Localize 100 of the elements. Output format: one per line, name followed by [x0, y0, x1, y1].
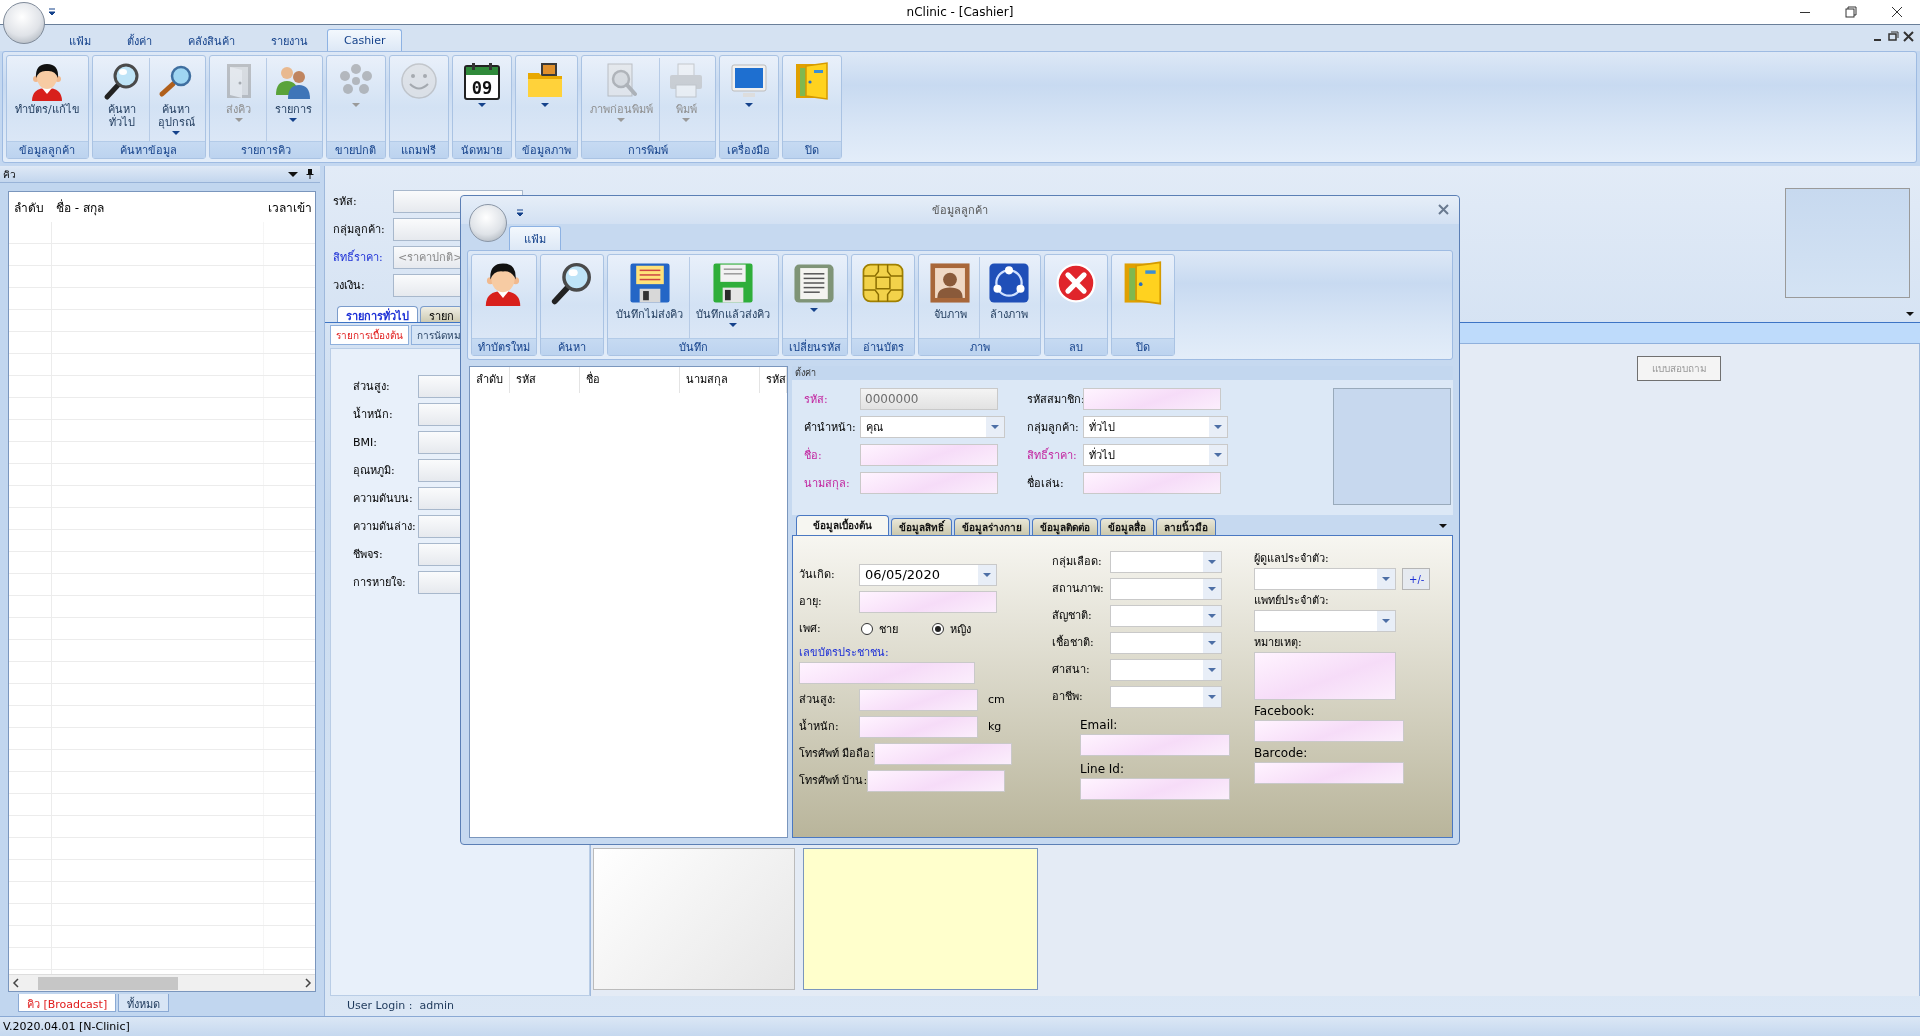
group-label: ข้อมูลลูกค้า	[7, 141, 88, 158]
field-label: รหัสสมาชิก:	[1026, 392, 1083, 408]
unit-label: kg	[988, 720, 1002, 733]
field-label: เพศ:	[799, 621, 822, 637]
field-label: ความดันล่าง:	[353, 519, 417, 535]
field-label: ชื่อเล่น:	[1026, 474, 1065, 492]
window-title: nClinic - [Cashier]	[906, 5, 1014, 19]
field-label: ความดันบน:	[353, 491, 414, 507]
group-label: นัดหมาย	[452, 141, 511, 158]
tab[interactable]: ข้อมูลติดต่อ	[1032, 518, 1098, 535]
panel-title: คิว	[3, 167, 17, 182]
field-label: รหัส:	[803, 392, 829, 408]
field-label: ส่วนสูง:	[799, 692, 837, 708]
group-label: ลบ	[1045, 338, 1107, 355]
group-label: ค้นหาข้อมูล	[92, 141, 205, 158]
field-label: หมายเหตุ:	[1254, 635, 1303, 651]
field-label: โทรศัพท์ บ้าน:	[799, 773, 868, 789]
field-label: วงเงิน:	[333, 278, 366, 294]
group-label: รายการคิว	[209, 141, 322, 158]
date-field[interactable]: 06/05/2020	[859, 563, 997, 586]
column-header[interactable]: เวลาเข้า	[263, 197, 315, 217]
tab[interactable]: ข้อมูลสิทธิ์	[891, 518, 952, 535]
field-label: ศาสนา:	[1052, 662, 1091, 678]
group-label: เครื่องมือ	[719, 141, 778, 158]
column-header[interactable]: นามสกุล	[680, 367, 760, 393]
ribbon-button[interactable]: ค้นหา ทั่วไป	[94, 58, 149, 141]
field-label: น้ำหนัก:	[799, 718, 840, 735]
column-header[interactable]: ลำดับ	[470, 367, 510, 393]
field-label: สถานภาพ:	[1052, 581, 1105, 597]
panel-tab[interactable]: คิว [Broadcast]	[18, 994, 117, 1012]
field-label: Barcode:	[1254, 745, 1309, 762]
radio-label[interactable]: หญิง	[950, 619, 971, 638]
ribbon-button[interactable]: ทำบัตร/แก้ไข	[9, 58, 86, 141]
group-label: การพิมพ์	[581, 141, 715, 158]
field-label: Line Id:	[1080, 761, 1126, 778]
dropdown-field[interactable]: ทั่วไป	[1083, 416, 1228, 438]
ribbon-tab[interactable]: รายงาน	[254, 29, 325, 51]
field-label: ผู้ดูแลประจำตัว:	[1254, 551, 1330, 567]
field-label: เชื้อชาติ:	[1052, 634, 1095, 651]
field-label: เลขบัตรประชาชน:	[799, 645, 890, 661]
dropdown-field[interactable]: คุณ	[860, 416, 1005, 438]
field-label: ส่วนสูง:	[353, 379, 391, 395]
column-header[interactable]: ชื่อ - สกุล	[51, 197, 263, 217]
field-label: น้ำหนัก:	[353, 406, 394, 423]
ribbon-button[interactable]: ล้างภาพ	[979, 257, 1038, 338]
group-label: ขายปกติ	[326, 141, 385, 158]
field-label: BMI:	[353, 435, 378, 451]
field-label: อาชีพ:	[1052, 689, 1084, 705]
group-label: อ่านบัตร	[852, 338, 914, 355]
ribbon-button[interactable]: บันทึกแล้วส่งคิว	[689, 257, 776, 338]
group-label: ข้อมูลภาพ	[515, 141, 577, 158]
group-label: บันทึก	[608, 338, 778, 355]
tab[interactable]: ข้อมูลร่างกาย	[954, 518, 1030, 535]
field-label: กลุ่มเลือด:	[1052, 554, 1103, 570]
column-header[interactable]: รหัส	[760, 367, 787, 393]
ribbon-tab[interactable]: แฟ้ม	[509, 226, 561, 250]
field-label: ชื่อ:	[803, 446, 823, 464]
ribbon-button[interactable]: รายการ	[265, 58, 320, 141]
dropdown-field[interactable]: ทั่วไป	[1083, 444, 1228, 466]
ribbon-tab[interactable]: Cashier	[327, 29, 403, 51]
ribbon-button[interactable]: จับภาพ	[921, 257, 979, 338]
field-label: สัญชาติ:	[1052, 608, 1093, 624]
column-header[interactable]: ชื่อ	[580, 367, 680, 393]
field-label: สิทธิ์ราคา:	[333, 248, 384, 266]
group-label: ปิด	[782, 141, 841, 158]
field-label: กลุ่มลูกค้า:	[333, 222, 386, 238]
field-label: วันเกิด:	[799, 567, 836, 583]
unit-label: cm	[988, 693, 1005, 706]
field-label: แพทย์ประจำตัว:	[1254, 593, 1330, 609]
field-label: การหายใจ:	[353, 575, 407, 591]
ribbon-tab[interactable]: คลังสินค้า	[171, 29, 252, 51]
tab[interactable]: ลายนิ้วมือ	[1156, 518, 1216, 535]
ribbon-tab[interactable]: แฟ้ม	[52, 29, 108, 51]
field-label: รหัส:	[333, 194, 358, 210]
field-label: สิทธิ์ราคา:	[1026, 446, 1078, 464]
field-label: อุณหภูมิ:	[353, 463, 396, 479]
tab[interactable]: รายการทั่วไป	[337, 306, 418, 322]
tab[interactable]: ข้อมูลสื่อ	[1100, 518, 1154, 535]
column-header[interactable]: ลำดับ	[9, 197, 51, 217]
ribbon-button[interactable]: 09	[454, 58, 509, 141]
ribbon-button[interactable]: ค้นหา อุปกรณ์	[148, 58, 203, 141]
field-label: คำนำหน้า:	[803, 420, 857, 436]
ribbon-tab[interactable]: ตั้งค่า	[110, 29, 169, 51]
group-label: เปลี่ยนรหัส	[783, 338, 847, 355]
column-header[interactable]: รหัส	[510, 367, 580, 393]
field-label: ชีพจร:	[353, 547, 384, 563]
tab[interactable]: ข้อมูลเบื้องต้น	[796, 515, 889, 535]
field-label: Facebook:	[1254, 703, 1316, 720]
ribbon-button[interactable]: บันทึกไม่ส่งคิว	[610, 257, 689, 338]
add-remove-button[interactable]: +/-	[1402, 568, 1430, 590]
field-label: โทรศัพท์ มือถือ:	[799, 746, 875, 762]
panel-tab[interactable]: ทั้งหมด	[118, 994, 170, 1012]
tab[interactable]: รายการเบื้องต้น	[330, 325, 409, 345]
group-label: ทำบัตรใหม่	[472, 338, 536, 355]
tab[interactable]: รายก	[420, 306, 463, 322]
radio-label[interactable]: ชาย	[879, 619, 898, 638]
field-label: Email:	[1080, 717, 1119, 734]
field-label: กลุ่มลูกค้า:	[1026, 420, 1080, 436]
status-bar: V.2020.04.01 [N-Clinic]	[0, 1016, 1920, 1036]
user-login-text: User Login : admin	[346, 998, 455, 1014]
